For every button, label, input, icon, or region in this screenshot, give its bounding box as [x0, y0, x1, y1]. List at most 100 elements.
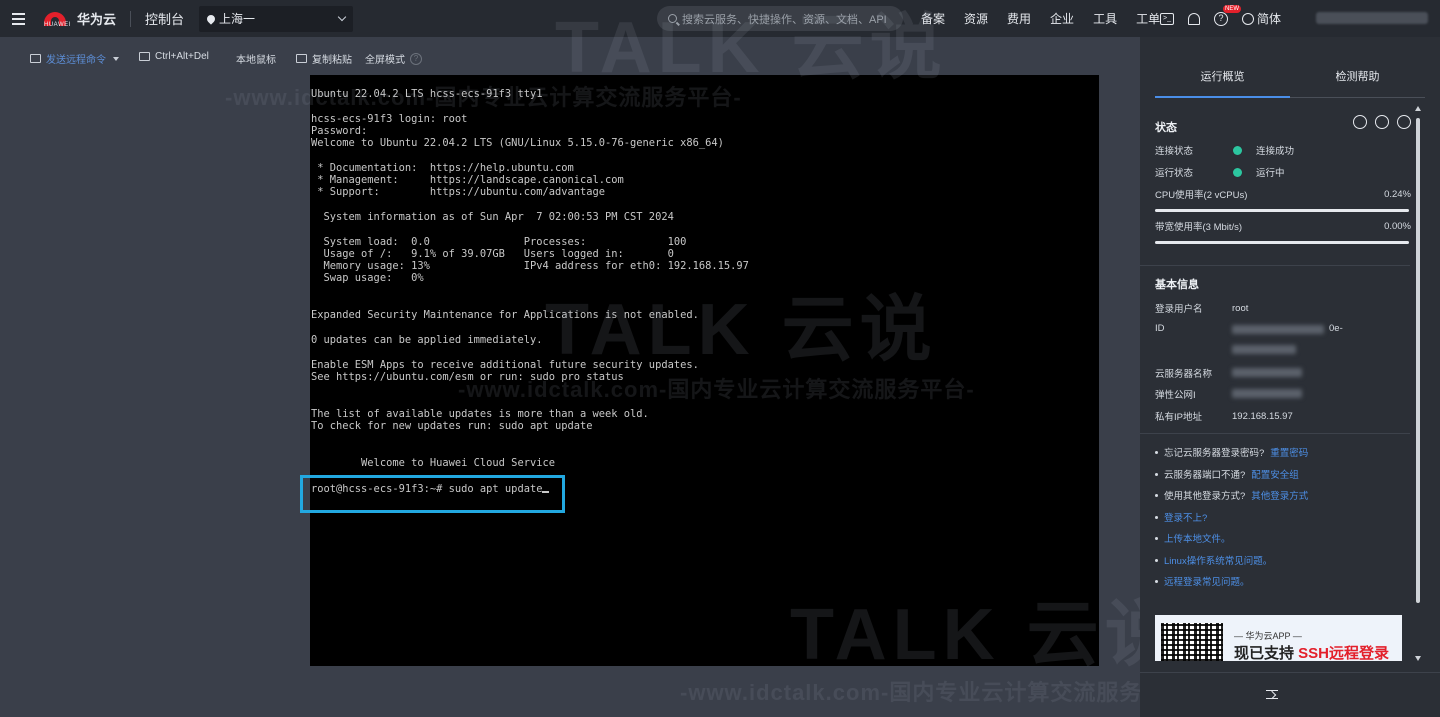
private-ip-value: 192.168.15.97 [1232, 410, 1293, 422]
search-input[interactable]: 搜索云服务、快捷操作、资源、文档、API [657, 6, 903, 31]
nav-link-resources[interactable]: 资源 [964, 10, 988, 27]
top-navigation-bar: HUAWEI 华为云 控制台 上海一 搜索云服务、快捷操作、资源、文档、API … [0, 0, 1440, 37]
ctrl-alt-del-label: Ctrl+Alt+Del [155, 51, 209, 62]
collapse-panel-icon[interactable] [1266, 690, 1278, 699]
terminal-line: See https://ubuntu.com/esm or run: sudo … [311, 370, 624, 383]
send-command-button[interactable]: 发送远程命令 [30, 51, 119, 66]
terminal-line: Welcome to Huawei Cloud Service [311, 456, 555, 469]
divider [1140, 265, 1410, 266]
connection-status-row: 连接状态 连接成功 [1155, 143, 1411, 157]
globe-icon [1242, 12, 1254, 25]
reset-password-link[interactable]: 重置密码 [1270, 445, 1308, 459]
id-row: ID [1155, 323, 1232, 334]
terminal-screen[interactable]: Ubuntu 22.04.2 LTS hcss-ecs-91f3 tty1 hc… [310, 75, 1099, 666]
bandwidth-usage-label: 带宽使用率(3 Mbit/s) [1155, 222, 1243, 233]
bullet-icon [1155, 536, 1158, 540]
power-icon[interactable] [1353, 115, 1367, 129]
nav-link-tickets[interactable]: 工单 [1136, 10, 1160, 27]
cpu-usage-value: 0.24% [1384, 188, 1411, 200]
bullet-icon [1155, 515, 1158, 519]
app-promo-banner[interactable]: — 华为云APP — 现已支持 SSH远程登录 [1155, 615, 1402, 661]
console-link[interactable]: 控制台 [145, 9, 184, 28]
nav-link-enterprise[interactable]: 企业 [1050, 10, 1074, 27]
bell-icon[interactable] [1188, 12, 1200, 25]
new-badge: NEW [1223, 4, 1241, 13]
panel-scrollbar[interactable] [1414, 106, 1422, 661]
terminal-line: To check for new updates run: sudo apt u… [311, 420, 593, 433]
cloud-console-remote-login: HUAWEI 华为云 控制台 上海一 搜索云服务、快捷操作、资源、文档、API … [0, 0, 1440, 717]
tab-overview[interactable]: 运行概览 [1155, 61, 1290, 98]
scroll-down-arrow-icon[interactable] [1415, 656, 1421, 661]
other-login-link[interactable]: 其他登录方式 [1251, 488, 1308, 502]
terminal-line: System information as of Sun Apr 7 02:00… [311, 210, 674, 223]
terminal-output: Ubuntu 22.04.2 LTS hcss-ecs-91f3 tty1 hc… [311, 88, 749, 469]
bandwidth-usage-row: 带宽使用率(3 Mbit/s) 0.00% [1155, 219, 1411, 234]
help-item: 登录不上? [1155, 510, 1207, 524]
terminal-line: 0 updates can be applied immediately. [311, 333, 543, 346]
connection-status-value: 连接成功 [1256, 146, 1295, 157]
restart-icon[interactable] [1375, 115, 1389, 129]
nav-link-tools[interactable]: 工具 [1093, 10, 1117, 27]
fullscreen-button[interactable]: 全屏模式 ? [365, 51, 422, 66]
help-circle-icon[interactable]: ? [410, 52, 422, 65]
bullet-icon [1155, 579, 1158, 583]
huawei-logo-text: HUAWEI [44, 22, 71, 28]
local-mouse-button[interactable]: 本地鼠标 [236, 51, 276, 66]
tab-diagnosis-help[interactable]: 检测帮助 [1290, 61, 1425, 97]
scrollbar-thumb[interactable] [1416, 118, 1420, 603]
terminal-line: Memory usage: 13% IPv4 address for eth0:… [311, 260, 749, 273]
location-pin-icon [205, 12, 217, 25]
cpu-usage-bar [1155, 209, 1409, 212]
nav-link-billing[interactable]: 费用 [1007, 10, 1031, 27]
upload-file-link[interactable]: 上传本地文件。 [1164, 531, 1231, 545]
linux-faq-link[interactable]: Linux操作系统常见问题。 [1164, 553, 1272, 567]
brand-name[interactable]: 华为云 [77, 9, 116, 28]
security-group-link[interactable]: 配置安全组 [1251, 467, 1299, 481]
banner-headline: 现已支持 SSH远程登录 [1234, 642, 1389, 661]
bandwidth-usage-bar [1155, 241, 1409, 244]
local-mouse-label: 本地鼠标 [236, 55, 276, 66]
help-item: 上传本地文件。 [1155, 531, 1231, 545]
help-item: 云服务器端口不通? 配置安全组 [1155, 467, 1299, 481]
account-name-blurred[interactable] [1316, 12, 1428, 24]
eip-label: 弹性公网I [1155, 390, 1196, 401]
status-dot-icon [1233, 167, 1242, 177]
region-label: 上海一 [219, 12, 256, 26]
help-item: Linux操作系统常见问题。 [1155, 553, 1272, 567]
help-item: 远程登录常见问题。 [1155, 574, 1250, 588]
refresh-icon[interactable] [1397, 115, 1411, 129]
copy-paste-label: 复制粘贴 [312, 55, 352, 66]
cannot-login-link[interactable]: 登录不上? [1164, 510, 1207, 524]
ctrl-alt-del-button[interactable]: Ctrl+Alt+Del [139, 51, 209, 62]
region-selector[interactable]: 上海一 [199, 5, 354, 32]
menu-icon[interactable] [0, 0, 36, 37]
help-item-text: 使用其他登录方式? [1164, 491, 1246, 502]
terminal-line: Ubuntu 22.04.2 LTS hcss-ecs-91f3 tty1 [311, 88, 543, 100]
id-value-blurred [1232, 325, 1324, 334]
copy-paste-button[interactable]: 复制粘贴 [296, 51, 352, 66]
run-status-row: 运行状态 运行中 [1155, 165, 1411, 179]
nav-link-filing[interactable]: 备案 [921, 10, 945, 27]
scroll-up-arrow-icon[interactable] [1415, 106, 1421, 111]
bullet-icon [1155, 558, 1158, 562]
banner-headline-highlight: SSH远程登录 [1298, 645, 1390, 661]
terminal-line: System load: 0.0 Processes: 100 [311, 235, 687, 248]
server-name-blurred [1232, 368, 1302, 377]
monitor-icon [139, 52, 150, 61]
terminal-line: * Management: https://landscape.canonica… [311, 174, 624, 187]
login-user-value: root [1232, 302, 1249, 314]
divider [1140, 433, 1410, 434]
login-user-row: 登录用户名 root [1155, 301, 1249, 316]
remote-login-faq-link[interactable]: 远程登录常见问题。 [1164, 574, 1250, 588]
language-switcher[interactable]: 简体 [1242, 10, 1281, 27]
bullet-icon [1155, 472, 1158, 476]
terminal-icon[interactable]: >_ [1160, 12, 1174, 25]
help-icon[interactable]: ? NEW [1214, 4, 1241, 26]
terminal-line: Expanded Security Maintenance for Applic… [311, 309, 699, 322]
terminal-line: The list of available updates is more th… [311, 407, 649, 420]
